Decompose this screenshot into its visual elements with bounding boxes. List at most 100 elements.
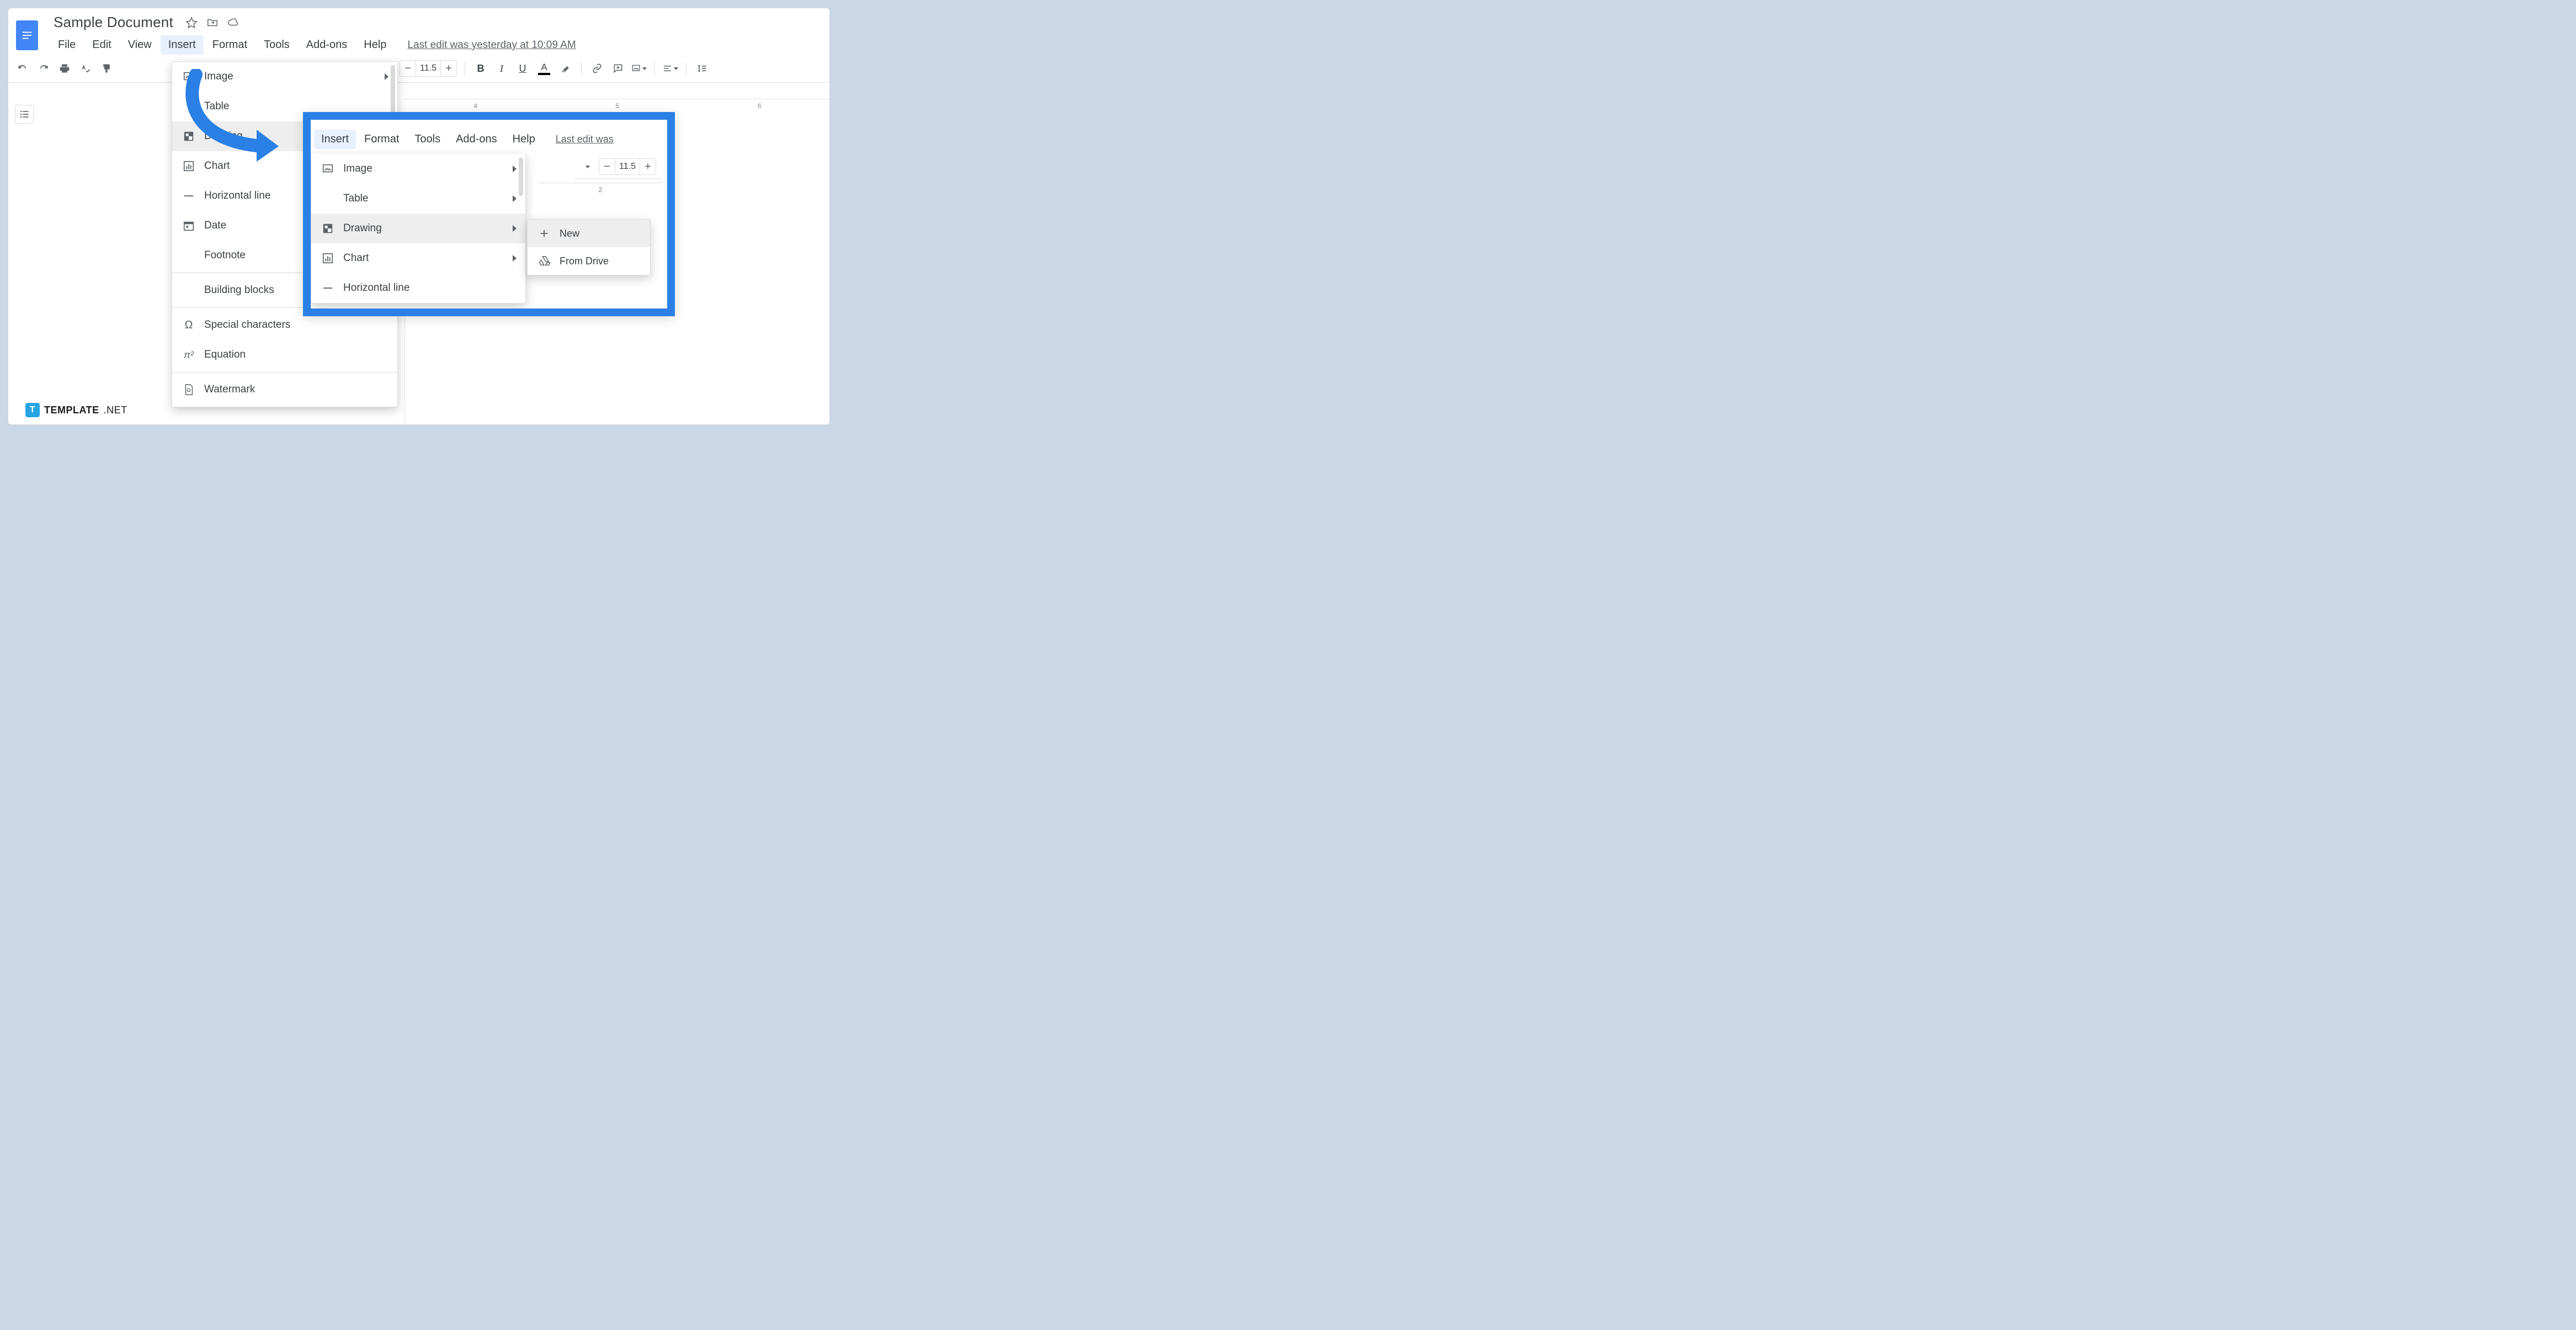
title-block: Sample Document File Edit View Insert Fo… [50, 13, 576, 55]
insert-watermark-item[interactable]: Watermark [172, 375, 397, 405]
inset-menu-addons[interactable]: Add-ons [449, 130, 504, 149]
font-size-decrease[interactable]: − [400, 61, 416, 76]
submenu-arrow-icon [385, 73, 388, 80]
last-edit-link[interactable]: Last edit was yesterday at 10:09 AM [407, 39, 576, 51]
menu-divider [172, 372, 397, 373]
menu-label: From Drive [560, 256, 609, 267]
menu-label: Table [343, 193, 368, 205]
bold-button[interactable]: B [473, 61, 488, 76]
document-title[interactable]: Sample Document [50, 13, 177, 32]
inset-menu-insert[interactable]: Insert [314, 130, 356, 149]
inset-zoom-panel: ument Insert Format Tools Add-ons Help L… [303, 112, 675, 316]
menu-format[interactable]: Format [205, 35, 255, 55]
align-button[interactable] [663, 61, 678, 76]
inset-font-size-decrease[interactable]: − [599, 159, 615, 174]
menu-label: Horizontal line [204, 190, 270, 202]
move-folder-icon[interactable] [206, 17, 219, 29]
menu-label: New [560, 228, 579, 240]
equation-icon: π² [182, 348, 195, 361]
submenu-arrow-icon [513, 195, 517, 202]
toolbar: − 11.5 + B I U A [8, 55, 829, 83]
menu-addons[interactable]: Add-ons [299, 35, 355, 55]
font-size-value[interactable]: 11.5 [416, 63, 440, 73]
add-comment-button[interactable] [610, 61, 626, 76]
highlight-button[interactable] [558, 61, 573, 76]
blank-icon [182, 100, 195, 113]
star-icon[interactable] [185, 17, 198, 29]
undo-button[interactable] [15, 61, 30, 76]
menu-label: Horizontal line [343, 282, 409, 294]
menu-help[interactable]: Help [356, 35, 394, 55]
menu-edit[interactable]: Edit [84, 35, 119, 55]
drawing-new-item[interactable]: New [528, 220, 650, 247]
inset-insert-chart-item[interactable]: Chart [311, 243, 525, 273]
drawing-submenu: New From Drive [527, 219, 651, 275]
ruler-tick: 6 [758, 102, 762, 110]
inset-font-size-increase[interactable]: + [640, 159, 656, 174]
inset-insert-image-item[interactable]: Image [311, 154, 525, 184]
inset-insert-hr-item[interactable]: Horizontal line [311, 273, 525, 303]
watermark-text-bold: TEMPLATE [44, 405, 99, 416]
drawing-icon [182, 130, 195, 143]
spellcheck-button[interactable] [78, 61, 93, 76]
font-size-increase[interactable]: + [441, 61, 456, 76]
text-color-button[interactable]: A [536, 61, 552, 76]
inset-font-dropdown[interactable] [579, 159, 594, 174]
inset-menu-help[interactable]: Help [505, 130, 542, 149]
paint-format-button[interactable] [99, 61, 114, 76]
omega-icon: Ω [182, 318, 195, 332]
plus-icon [537, 227, 551, 240]
print-button[interactable] [57, 61, 72, 76]
docs-logo-icon[interactable] [16, 20, 38, 50]
move-folder-icon [359, 112, 370, 120]
template-net-watermark: T TEMPLATE.NET [25, 403, 127, 417]
watermark-icon [182, 383, 195, 396]
underline-button[interactable]: U [515, 61, 530, 76]
redo-button[interactable] [36, 61, 51, 76]
menubar: File Edit View Insert Format Tools Add-o… [50, 35, 576, 55]
menu-file[interactable]: File [50, 35, 83, 55]
image-icon [182, 70, 195, 83]
horizontal-line-icon [182, 189, 195, 203]
inset-menu-format[interactable]: Format [357, 130, 406, 149]
menu-tools[interactable]: Tools [256, 35, 297, 55]
drawing-from-drive-item[interactable]: From Drive [528, 247, 650, 275]
insert-equation-item[interactable]: π² Equation [172, 340, 397, 370]
chart-icon [321, 252, 334, 265]
ruler-tick: 4 [473, 102, 477, 110]
inset-title-fragment: ument [303, 112, 388, 123]
inset-toolbar: − 11.5 + [573, 155, 662, 179]
image-icon [321, 162, 334, 175]
app-window: Sample Document File Edit View Insert Fo… [8, 8, 830, 425]
cloud-status-icon[interactable] [227, 17, 239, 29]
menu-insert[interactable]: Insert [161, 35, 204, 55]
chart-icon [182, 159, 195, 173]
outline-toggle-button[interactable] [15, 105, 34, 124]
date-icon [182, 219, 195, 232]
inset-font-size-control[interactable]: − 11.5 + [599, 158, 656, 175]
insert-image-button[interactable] [631, 61, 647, 76]
menu-label: Date [204, 220, 226, 232]
menu-label: Image [343, 163, 372, 175]
drive-icon [537, 254, 551, 268]
inset-insert-table-item[interactable]: Table [311, 184, 525, 214]
template-logo-icon: T [25, 403, 40, 417]
inset-insert-dropdown: Image Table Drawing Chart [311, 154, 526, 304]
submenu-arrow-icon [513, 225, 517, 232]
insert-link-button[interactable] [589, 61, 605, 76]
inset-menubar: Insert Format Tools Add-ons Help Last ed… [311, 120, 667, 155]
inset-font-size-value[interactable]: 11.5 [615, 162, 640, 172]
menu-label: Building blocks [204, 284, 274, 296]
font-size-control[interactable]: − 11.5 + [400, 60, 457, 77]
blank-icon [321, 192, 334, 205]
inset-last-edit-link[interactable]: Last edit was [556, 134, 614, 145]
inset-menu-tools[interactable]: Tools [407, 130, 448, 149]
line-spacing-button[interactable] [694, 61, 710, 76]
italic-button[interactable]: I [494, 61, 509, 76]
blank-icon [182, 249, 195, 262]
horizontal-ruler: 4 5 6 [405, 99, 830, 112]
menu-label: Watermark [204, 384, 255, 396]
inset-insert-drawing-item[interactable]: Drawing [311, 214, 525, 243]
menu-view[interactable]: View [120, 35, 159, 55]
insert-image-item[interactable]: Image [172, 62, 397, 92]
